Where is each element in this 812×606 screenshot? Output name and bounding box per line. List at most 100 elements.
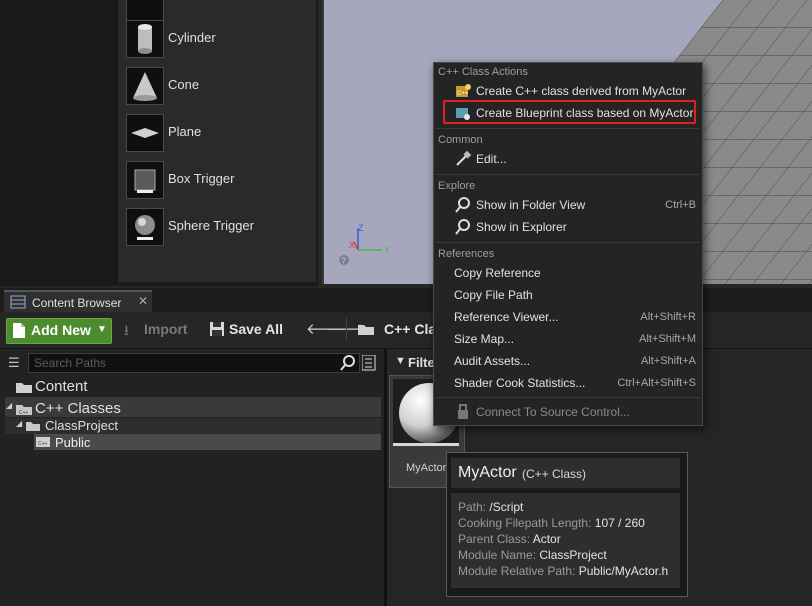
menu-item-label: Create C++ class derived from MyActor xyxy=(476,84,687,98)
svg-text:C++: C++ xyxy=(457,91,469,97)
tooltip-row: Parent Class: Actor xyxy=(458,532,561,546)
help-icon[interactable]: ? xyxy=(338,254,350,266)
menu-item-audit-assets[interactable]: Audit Assets... Alt+Shift+A xyxy=(436,351,700,371)
search-placeholder: Search Paths xyxy=(34,356,107,370)
menu-section-header: References xyxy=(438,248,495,260)
filter-icon: ▼ xyxy=(395,355,406,367)
cpp-folder-icon xyxy=(26,422,40,431)
save-all-button[interactable]: Save All xyxy=(210,318,292,340)
menu-section-header: C++ Class Actions xyxy=(438,66,528,78)
sphere-trigger-icon xyxy=(126,208,164,246)
place-item-box-trigger[interactable]: Box Trigger xyxy=(118,157,316,203)
cone-icon xyxy=(126,67,164,105)
svg-text:C++: C++ xyxy=(38,441,48,447)
cpp-class-icon: C++ xyxy=(456,84,471,97)
tab-label: Content Browser xyxy=(32,296,122,310)
folder-icon xyxy=(16,383,32,393)
menu-item-label: Show in Explorer xyxy=(476,220,567,234)
menu-item-label: Edit... xyxy=(476,152,507,166)
breadcrumb-path[interactable]: C++ Cla xyxy=(384,321,436,337)
menu-separator xyxy=(436,174,700,175)
menu-item-label: Shader Cook Statistics... xyxy=(454,376,586,390)
svg-text:?: ? xyxy=(341,257,346,266)
cpp-folder-icon: C++ xyxy=(36,437,50,447)
menu-separator xyxy=(436,242,700,243)
tooltip-subtitle: (C++ Class) xyxy=(522,467,587,481)
menu-item-label: Copy File Path xyxy=(454,288,533,302)
edit-icon xyxy=(456,151,471,166)
magnifier-icon xyxy=(455,197,470,213)
tree-label: Public xyxy=(55,435,91,450)
tooltip-row: Cooking Filepath Length: 107 / 260 xyxy=(458,516,645,530)
place-item-sphere-trigger[interactable]: Sphere Trigger xyxy=(118,204,316,250)
menu-item-label: Reference Viewer... xyxy=(454,310,559,324)
tooltip-row: Module Name: ClassProject xyxy=(458,548,607,562)
search-paths-input[interactable]: Search Paths xyxy=(28,353,360,373)
import-button[interactable]: ⭳ Import xyxy=(124,318,194,340)
menu-item-label: Show in Folder View xyxy=(476,198,586,212)
cpp-folder-icon: C++ xyxy=(16,405,32,415)
place-item-label: Box Trigger xyxy=(168,171,235,186)
tab-content-browser[interactable]: Content Browser ✕ xyxy=(4,290,152,314)
axis-gizmo-icon: Z X Y xyxy=(349,223,390,255)
add-new-button[interactable]: Add New ▼ xyxy=(6,318,112,344)
svg-text:C++: C++ xyxy=(19,410,29,415)
menu-item-label: Copy Reference xyxy=(454,266,541,280)
tooltip-header: MyActor (C++ Class) xyxy=(451,458,680,488)
cylinder-icon xyxy=(126,20,164,58)
place-item-label: Cone xyxy=(168,77,200,92)
folder-icon xyxy=(358,325,374,335)
menu-item-reference-viewer[interactable]: Reference Viewer... Alt+Shift+R xyxy=(436,307,700,327)
dropdown-arrow-icon: ▼ xyxy=(97,324,107,335)
menu-item-create-cpp-class[interactable]: C++ Create C++ class derived from MyActo… xyxy=(436,81,700,101)
sources-toggle-icon[interactable]: ☰ xyxy=(8,355,20,371)
place-item-cone[interactable]: Cone xyxy=(118,63,316,109)
import-label: Import xyxy=(144,321,188,337)
menu-item-shortcut: Alt+Shift+M xyxy=(639,333,696,345)
menu-item-label: Size Map... xyxy=(454,332,515,346)
tooltip-row: Path: /Script xyxy=(458,500,524,514)
toolbar-divider xyxy=(346,318,347,340)
menu-item-shortcut: Alt+Shift+R xyxy=(640,311,696,323)
tooltip-title: MyActor xyxy=(458,464,517,481)
menu-item-shader-cook-statistics[interactable]: Shader Cook Statistics... Ctrl+Alt+Shift… xyxy=(436,373,700,393)
menu-item-connect-source-control[interactable]: Connect To Source Control... xyxy=(436,402,700,422)
highlight-box xyxy=(443,100,696,124)
menu-item-copy-file-path[interactable]: Copy File Path xyxy=(436,285,700,305)
content-browser-icon xyxy=(10,295,26,309)
place-item-label: Sphere Trigger xyxy=(168,218,254,233)
menu-section-header: Common xyxy=(438,134,483,146)
source-control-icon xyxy=(458,404,468,419)
search-icon[interactable] xyxy=(340,355,356,371)
menu-item-label: Audit Assets... xyxy=(454,354,531,368)
menu-item-show-in-folder-view[interactable]: Show in Folder View Ctrl+B xyxy=(436,195,700,215)
view-options-icon[interactable] xyxy=(362,355,376,371)
tooltip-row: Module Relative Path: Public/MyActor.h xyxy=(458,564,669,578)
close-tab-icon[interactable]: ✕ xyxy=(138,294,148,308)
expand-arrow-icon[interactable]: ◢ xyxy=(6,401,12,410)
menu-item-show-in-explorer[interactable]: Show in Explorer xyxy=(436,217,700,237)
place-item-cylinder[interactable]: Cylinder xyxy=(118,16,316,62)
place-item-label: Cylinder xyxy=(168,30,216,45)
expand-arrow-icon[interactable]: ◢ xyxy=(16,419,22,428)
menu-item-shortcut: Ctrl+Alt+Shift+S xyxy=(617,377,696,389)
add-new-label: Add New xyxy=(31,322,91,338)
menu-item-shortcut: Ctrl+B xyxy=(665,199,696,211)
menu-item-shortcut: Alt+Shift+A xyxy=(640,355,696,367)
menu-section-header: Explore xyxy=(438,180,476,192)
save-icon xyxy=(210,322,224,336)
asset-name: MyActor xyxy=(406,462,447,474)
tree-label: C++ Classes xyxy=(35,400,121,417)
menu-item-copy-reference[interactable]: Copy Reference xyxy=(436,263,700,283)
magnifier-icon xyxy=(455,219,470,235)
menu-separator xyxy=(436,397,700,398)
tree-label: Content xyxy=(35,378,88,395)
place-actors-list: Cylinder Cone Plane Box Trigger Sphere T… xyxy=(117,0,316,282)
save-all-label: Save All xyxy=(229,321,283,337)
asset-type-bar xyxy=(393,443,459,446)
menu-item-size-map[interactable]: Size Map... Alt+Shift+M xyxy=(436,329,700,349)
place-item-plane[interactable]: Plane xyxy=(118,110,316,156)
menu-item-label: Connect To Source Control... xyxy=(476,405,630,419)
import-icon: ⭳ xyxy=(124,322,129,338)
menu-item-edit[interactable]: Edit... xyxy=(436,149,700,169)
